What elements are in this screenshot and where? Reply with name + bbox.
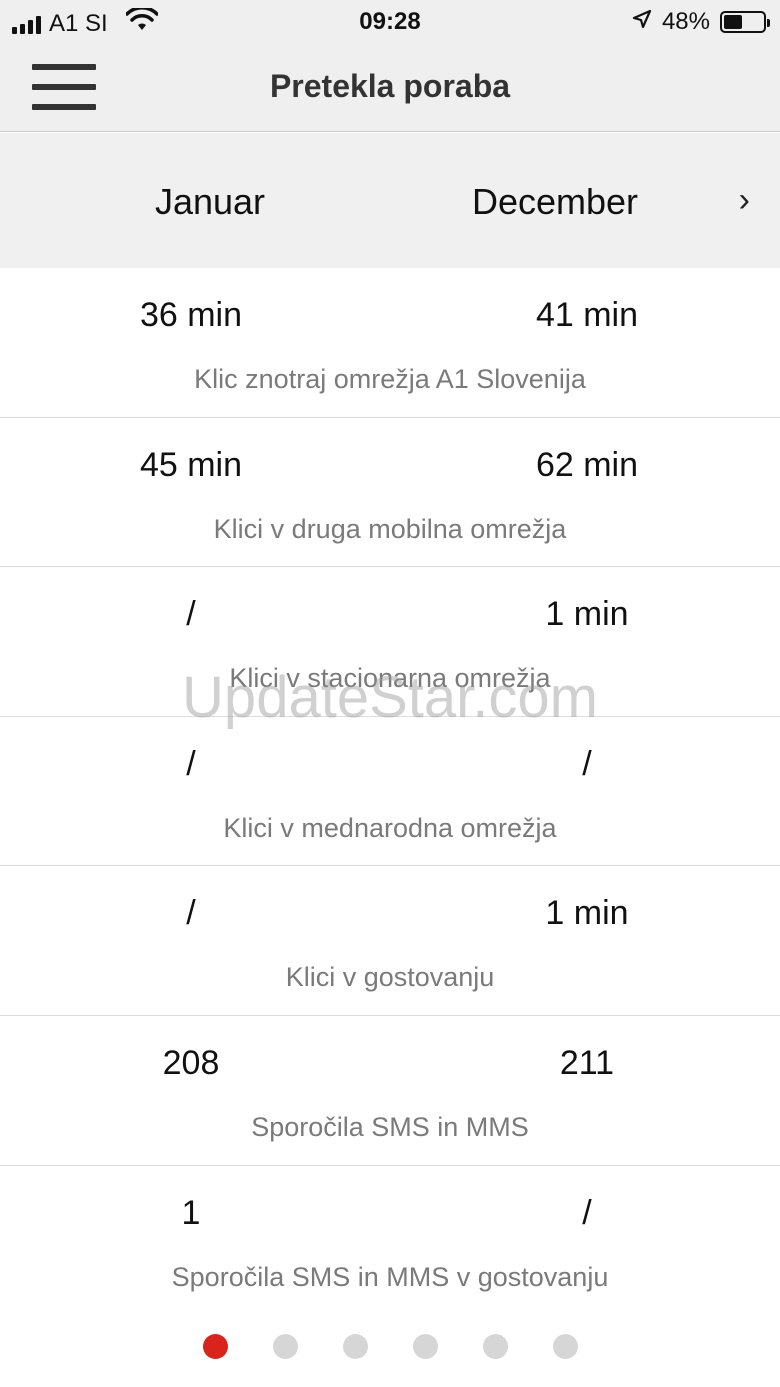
battery-fill <box>724 15 743 29</box>
usage-row: / 1 min Klici v stacionarna omrežja <box>0 567 780 717</box>
usage-value-left: / <box>186 894 196 933</box>
usage-row: 45 min 62 min Klici v druga mobilna omre… <box>0 418 780 568</box>
usage-value-right: 62 min <box>535 445 639 484</box>
usage-value-right: 1 min <box>545 894 629 933</box>
usage-row: / / Klici v mednarodna omrežja <box>0 717 780 867</box>
usage-label: Klic znotraj omrežja A1 Slovenija <box>194 364 586 394</box>
status-right: 48% <box>632 8 770 36</box>
usage-label: Klici v mednarodna omrežja <box>223 812 557 843</box>
month-right: December <box>471 181 639 222</box>
usage-row: 1 / Sporočila SMS in MMS v gostovanju <box>0 1166 780 1316</box>
usage-value-left: 1 <box>181 1193 201 1232</box>
page-dot[interactable] <box>202 1334 228 1359</box>
usage-row: / 1 min Klici v gostovanju <box>0 866 780 1016</box>
usage-label: Sporočila SMS in MMS <box>251 1111 529 1142</box>
usage-value-left: 36 min <box>139 296 243 334</box>
page-dot[interactable] <box>342 1334 368 1359</box>
page-dot[interactable] <box>272 1334 298 1359</box>
page-dot[interactable] <box>412 1334 438 1359</box>
battery-percent: 48% <box>661 8 710 35</box>
usage-value-right: 211 <box>559 1043 615 1082</box>
usage-list: 36 min 41 min Klic znotraj omrežja A1 Sl… <box>0 268 780 1315</box>
chevron-right-icon[interactable]: › <box>739 181 750 220</box>
nav-bar: Pretekla poraba <box>0 44 780 132</box>
usage-label: Klici v gostovanju <box>285 962 495 993</box>
month-left: Januar <box>154 181 266 222</box>
page-dot[interactable] <box>482 1334 508 1359</box>
location-arrow-icon <box>632 8 652 36</box>
usage-row: 208 211 Sporočila SMS in MMS <box>0 1016 780 1166</box>
usage-value-left: 208 <box>162 1043 220 1082</box>
month-header: Januar December › <box>0 133 780 268</box>
usage-value-right: / <box>582 1193 592 1232</box>
usage-value-left: 45 min <box>139 445 243 484</box>
usage-label: Klici v druga mobilna omrežja <box>213 513 567 544</box>
usage-label: Sporočila SMS in MMS v gostovanju <box>171 1261 609 1292</box>
status-bar: A1 SI 09:28 48% <box>0 0 780 44</box>
usage-value-left: / <box>186 744 196 783</box>
page-dot[interactable] <box>552 1334 578 1359</box>
battery-icon <box>720 11 770 33</box>
usage-value-right: 41 min <box>535 296 639 334</box>
usage-value-right: / <box>582 744 592 783</box>
usage-value-left: / <box>186 595 196 634</box>
page-indicator <box>0 1334 780 1359</box>
usage-row: 36 min 41 min Klic znotraj omrežja A1 Sl… <box>0 268 780 418</box>
usage-label: Klici v stacionarna omrežja <box>229 663 551 694</box>
usage-value-right: 1 min <box>545 595 629 634</box>
page-title: Pretekla poraba <box>269 68 511 104</box>
